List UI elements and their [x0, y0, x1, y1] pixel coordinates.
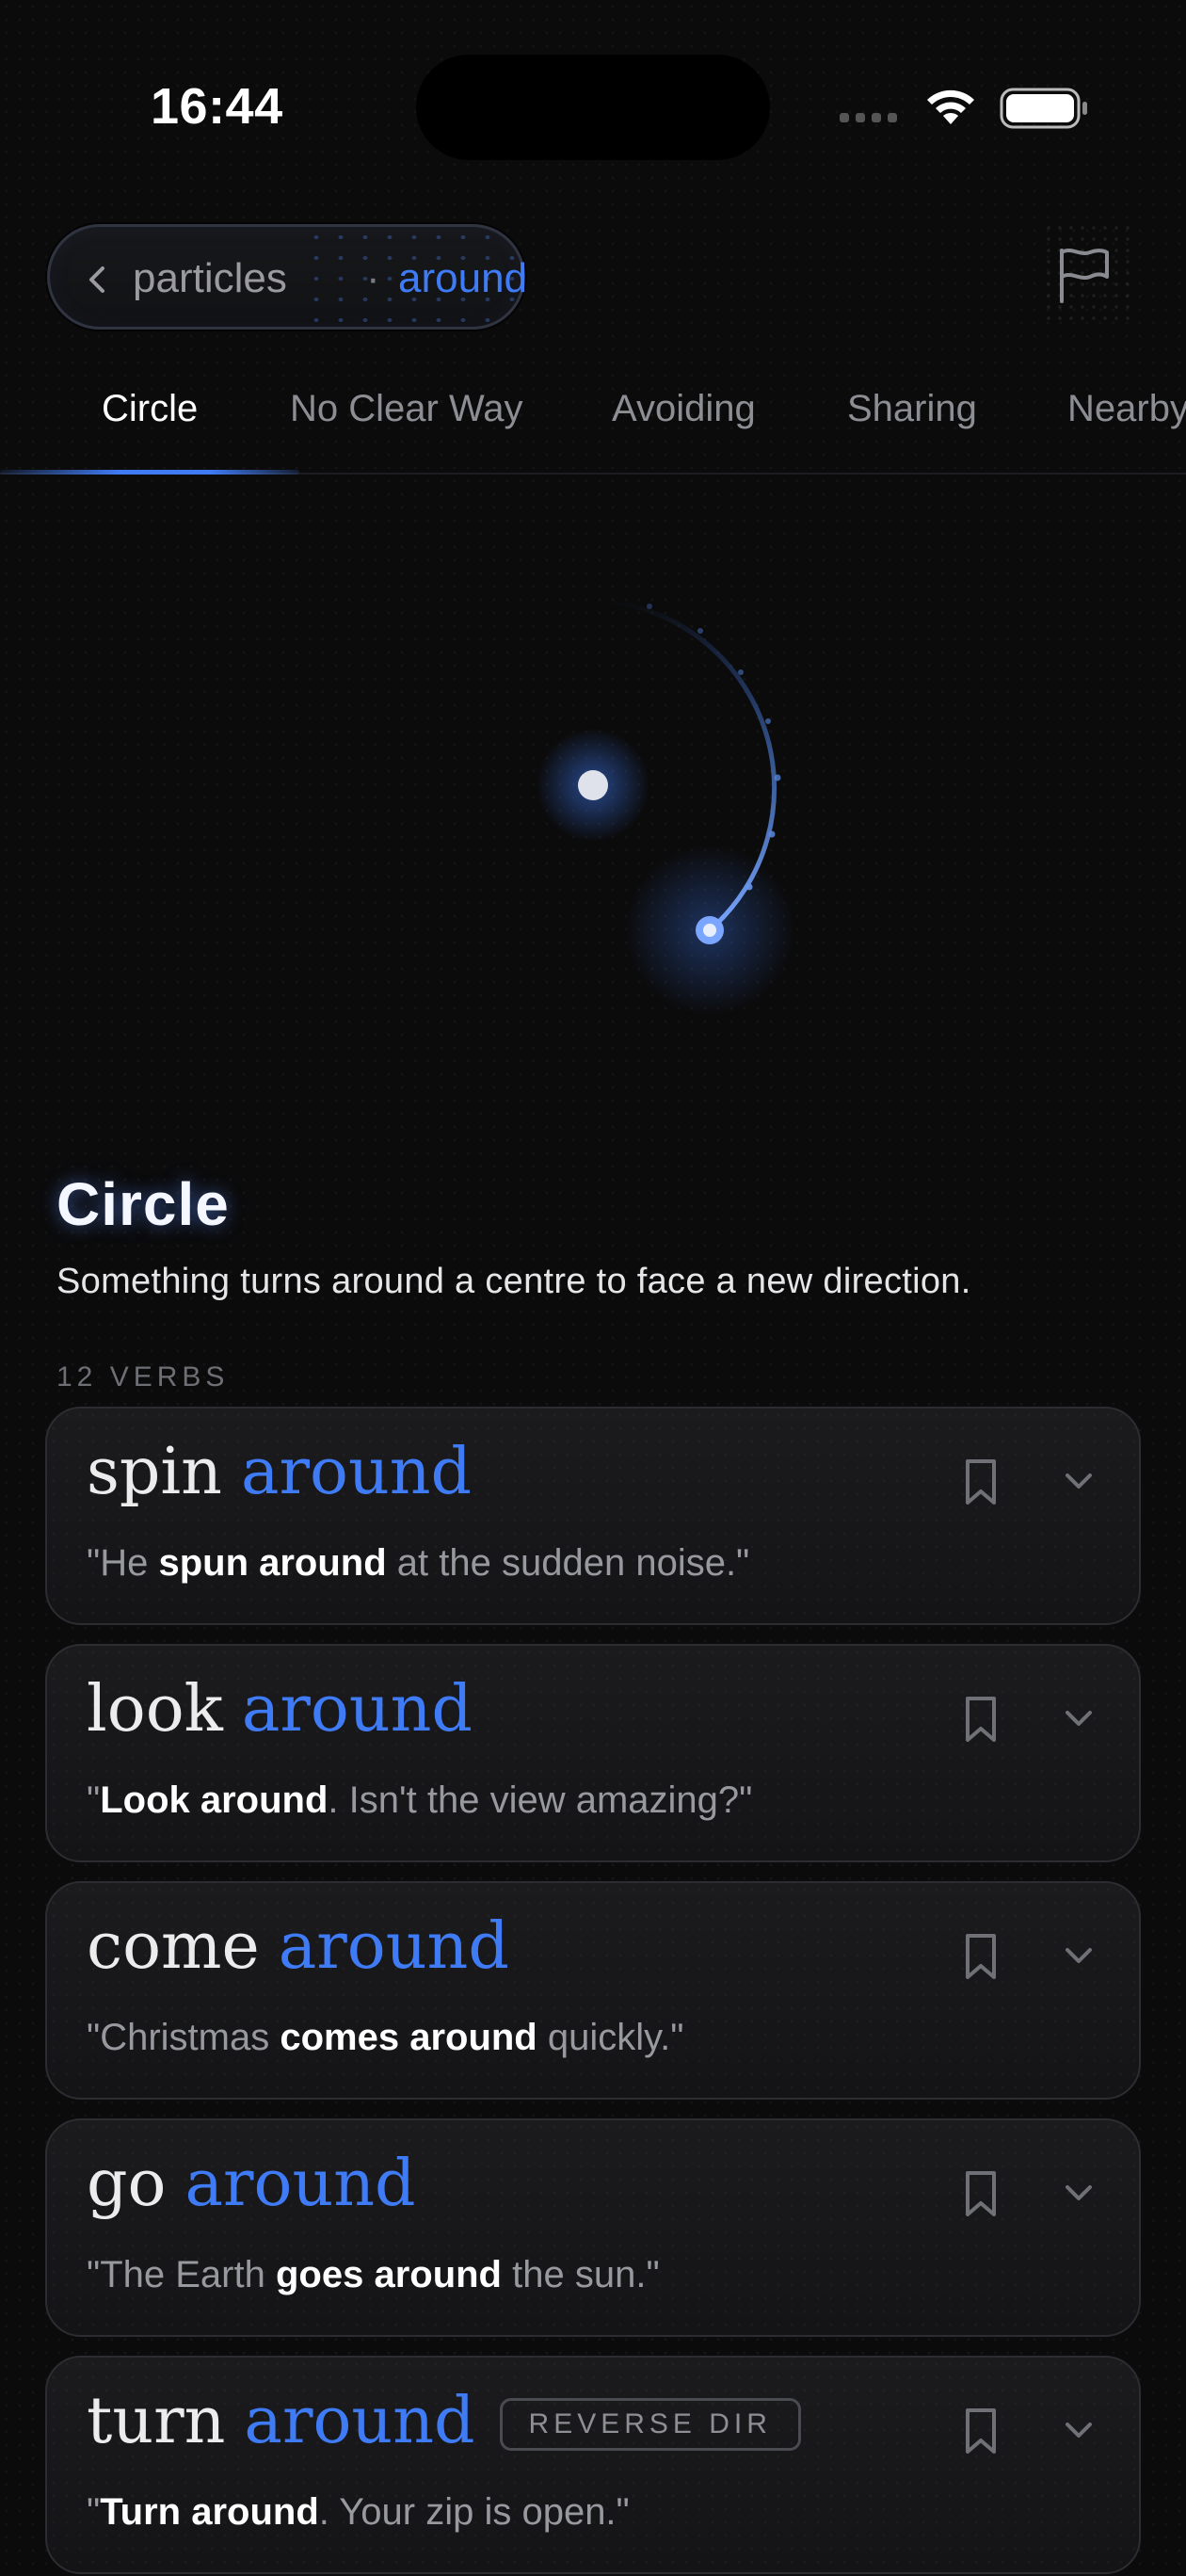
verb-card[interactable]: look around "Look around. Isn't the view… [45, 1644, 1141, 1862]
tab-no-clear-way[interactable]: No Clear Way [290, 388, 522, 430]
battery-icon [1000, 88, 1087, 129]
meaning-tabs: Circle No Clear Way Avoiding Sharing Nea… [0, 362, 1186, 475]
verb-particle: around [184, 2147, 416, 2221]
tab-circle[interactable]: Circle [102, 388, 198, 430]
bookmark-icon[interactable] [962, 1932, 1000, 1981]
verb-particle: around [244, 2384, 475, 2458]
verb-count: 12 VERBS [56, 1361, 230, 1393]
reverse-direction-tag: REVERSE DIR [499, 2398, 801, 2451]
bookmark-icon[interactable] [962, 1457, 1000, 1506]
verb-example: "The Earth goes around the sun." [87, 2254, 660, 2295]
breadcrumb-parent: particles [133, 255, 287, 301]
example-highlight: goes around [275, 2254, 502, 2295]
verb-phrase: spin around [87, 1435, 472, 1509]
wifi-icon [927, 89, 974, 124]
tab-avoiding[interactable]: Avoiding [612, 388, 756, 430]
breadcrumb-back-button[interactable]: particles · around [47, 224, 528, 332]
verb-card[interactable]: spin around "He spun around at the sudde… [45, 1407, 1141, 1625]
verb-example: "Look around. Isn't the view amazing?" [87, 1779, 753, 1821]
breadcrumb-separator: · [366, 255, 380, 301]
status-time: 16:44 [151, 78, 283, 135]
verb-particle: around [240, 1435, 473, 1509]
report-flag-button[interactable] [1043, 222, 1133, 326]
chevron-down-icon[interactable] [1064, 2420, 1094, 2440]
verb-card[interactable]: come around "Christmas comes around quic… [45, 1881, 1141, 2100]
status-bar: 16:44 [0, 0, 1186, 169]
bookmark-icon[interactable] [962, 2169, 1000, 2218]
chevron-down-icon[interactable] [1064, 2182, 1094, 2203]
verb-particle: around [241, 1672, 473, 1747]
verb-phrase: turn around REVERSE DIR [87, 2384, 801, 2460]
breadcrumb-current: around [398, 255, 528, 301]
dynamic-island [416, 55, 770, 160]
tab-sharing[interactable]: Sharing [847, 388, 977, 430]
verb-phrase: go around [87, 2147, 416, 2221]
cellular-signal-icon [840, 113, 897, 122]
verb-word: go [87, 2147, 167, 2221]
verb-example: "Christmas comes around quickly." [87, 2017, 684, 2058]
circle-motion-illustration [537, 598, 794, 1015]
verb-particle: around [278, 1909, 509, 1984]
verb-word: spin [87, 1435, 222, 1509]
chevron-left-icon [89, 266, 104, 293]
chevron-down-icon[interactable] [1064, 1945, 1094, 1966]
meaning-title: Circle [56, 1170, 230, 1238]
verb-word: look [87, 1672, 223, 1747]
bookmark-icon[interactable] [962, 2407, 1000, 2455]
verb-phrase: come around [87, 1909, 509, 1984]
chevron-down-icon[interactable] [1064, 1471, 1094, 1491]
verb-example: "He spun around at the sudden noise." [87, 1542, 750, 1584]
verb-word: turn [87, 2384, 226, 2458]
verb-example: "Turn around. Your zip is open." [87, 2491, 630, 2533]
active-tab-indicator [0, 470, 299, 475]
tab-nearby[interactable]: Nearby [1067, 388, 1186, 430]
flag-icon [1060, 249, 1109, 303]
verb-card[interactable]: turn around REVERSE DIR "Turn around. Yo… [45, 2356, 1141, 2574]
bookmark-icon[interactable] [962, 1695, 1000, 1744]
verb-phrase: look around [87, 1672, 473, 1747]
example-highlight: Turn around [100, 2491, 319, 2533]
example-highlight: Look around [100, 1779, 329, 1821]
verb-card[interactable]: go around "The Earth goes around the sun… [45, 2118, 1141, 2337]
chevron-down-icon[interactable] [1064, 1708, 1094, 1729]
meaning-description: Something turns around a centre to face … [56, 1262, 971, 1301]
example-highlight: spun around [158, 1542, 387, 1584]
verb-word: come [87, 1909, 260, 1984]
center-point [578, 770, 608, 800]
example-highlight: comes around [280, 2017, 537, 2058]
